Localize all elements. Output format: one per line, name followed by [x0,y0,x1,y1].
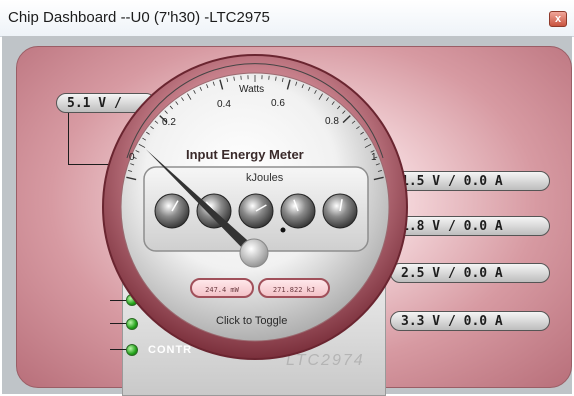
toggle-label[interactable]: Click to Toggle [216,315,287,327]
energy-meter-gauge[interactable] [0,0,574,396]
tick-label: 1 [371,152,377,163]
scale-unit-label: Watts [239,84,265,95]
tick-label: 0 [129,152,135,163]
tick-label: 0.6 [271,98,285,109]
power-readout-button[interactable]: 247.4 mW [190,278,254,298]
tick-label: 0.4 [217,99,231,110]
tick-label: 0.8 [325,116,339,127]
power-readout-value: 247.4 mW [205,286,239,294]
energy-readout-button[interactable]: 271.822 kJ [258,278,330,298]
energy-readout-value: 271.822 kJ [272,286,316,294]
odometer-units: kJoules [246,172,284,184]
meter-title: Input Energy Meter [186,147,304,162]
decimal-point [280,227,286,233]
tick-label: 0.2 [162,117,176,128]
needle-hub [239,238,269,268]
